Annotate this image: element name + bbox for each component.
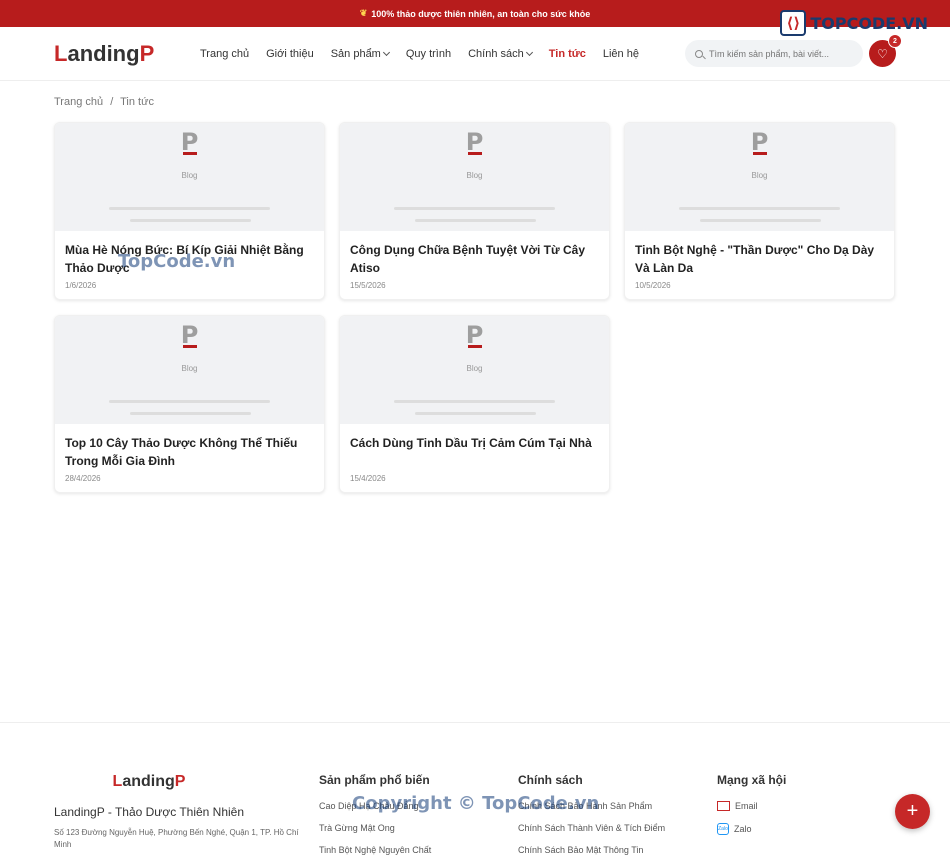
footer-logo[interactable]: LandingP xyxy=(54,773,244,791)
breadcrumb-home[interactable]: Trang chủ xyxy=(54,96,103,108)
nav-item-process[interactable]: Quy trình xyxy=(406,48,451,60)
announcement-bar: ❦ 100% thảo dược thiên nhiên, an toàn ch… xyxy=(0,0,950,36)
post-date: 28/4/2026 xyxy=(65,474,101,483)
post-title[interactable]: Mùa Hè Nóng Bức: Bí Kíp Giải Nhiệt Bằng … xyxy=(55,231,324,277)
breadcrumb-separator: / xyxy=(110,96,114,108)
search-input[interactable] xyxy=(709,48,839,59)
nav-item-contact[interactable]: Liên hệ xyxy=(603,48,639,60)
post-card[interactable]: P Blog Mùa Hè Nóng Bức: Bí Kíp Giải Nhiệ… xyxy=(54,122,325,300)
post-date: 15/5/2026 xyxy=(350,281,386,290)
footer-products-heading: Sản phẩm phổ biến xyxy=(319,773,430,787)
floating-action-button[interactable]: + xyxy=(895,794,930,829)
site-logo[interactable]: LandingP xyxy=(54,41,200,67)
placeholder-logo-icon: P xyxy=(465,321,484,349)
post-card[interactable]: P Blog Top 10 Cây Thảo Dược Không Thể Th… xyxy=(54,315,325,493)
heart-icon: ♡ xyxy=(877,46,888,61)
site-footer: LandingP LandingP - Thảo Dược Thiên Nhiê… xyxy=(0,722,950,855)
nav-item-about[interactable]: Giới thiệu xyxy=(266,48,314,60)
footer-product-link[interactable]: Trà Gừng Mật Ong xyxy=(319,823,518,833)
footer-brand-name: LandingP - Thảo Dược Thiên Nhiên xyxy=(54,805,245,819)
post-thumbnail: P Blog xyxy=(625,123,894,231)
wishlist-button[interactable]: ♡ 2 xyxy=(869,34,902,67)
footer-products: Sản phẩm phổ biến Cao Diệp Hạ Châu Đắng … xyxy=(319,773,518,855)
footer-social-email[interactable]: Email xyxy=(717,801,786,811)
footer-policy-link[interactable]: Chính Sách Bảo Hành Sản Phẩm xyxy=(518,801,717,811)
search-icon xyxy=(695,49,703,58)
topcode-watermark-logo: ⟨⟩ TOPCODE.VN xyxy=(780,10,928,36)
nav-item-products[interactable]: Sản phẩm xyxy=(331,48,390,60)
footer-address: Số 123 Đường Nguyễn Huệ, Phường Bến Nghé… xyxy=(54,828,299,849)
footer-social-heading: Mạng xã hội xyxy=(717,773,787,787)
post-title[interactable]: Cách Dùng Tinh Dầu Trị Cảm Cúm Tại Nhà xyxy=(340,424,609,470)
post-date: 10/5/2026 xyxy=(635,281,671,290)
footer-policies: Chính sách Chính Sách Bảo Hành Sản Phẩm … xyxy=(518,773,717,855)
gmail-icon xyxy=(717,801,730,811)
breadcrumb: Trang chủ / Tin tức xyxy=(0,81,950,122)
chevron-down-icon xyxy=(382,48,390,56)
nav-item-news[interactable]: Tin tức xyxy=(549,48,586,60)
post-thumbnail: P Blog xyxy=(340,316,609,424)
post-thumbnail: P Blog xyxy=(55,123,324,231)
post-thumbnail: P Blog xyxy=(340,123,609,231)
breadcrumb-current: Tin tức xyxy=(120,96,154,108)
post-card[interactable]: P Blog Công Dụng Chữa Bệnh Tuyệt Vời Từ … xyxy=(339,122,610,300)
post-date: 15/4/2026 xyxy=(350,474,386,483)
footer-brand: LandingP LandingP - Thảo Dược Thiên Nhiê… xyxy=(54,773,319,849)
placeholder-logo-icon: P xyxy=(750,128,769,156)
post-title[interactable]: Tinh Bột Nghệ - "Thần Dược" Cho Dạ Dày V… xyxy=(625,231,894,277)
topcode-logo-icon: ⟨⟩ xyxy=(780,10,807,36)
post-grid: P Blog Mùa Hè Nóng Bức: Bí Kíp Giải Nhiệ… xyxy=(0,122,950,493)
post-thumbnail: P Blog xyxy=(55,316,324,424)
placeholder-logo-icon: P xyxy=(180,321,199,349)
leaf-icon: ❦ xyxy=(359,8,368,18)
announcement-text: 100% thảo dược thiên nhiên, an toàn cho … xyxy=(371,8,591,19)
post-title[interactable]: Công Dụng Chữa Bệnh Tuyệt Vời Từ Cây Ati… xyxy=(340,231,609,277)
footer-product-link[interactable]: Cao Diệp Hạ Châu Đắng xyxy=(319,801,518,811)
footer-policy-link[interactable]: Chính Sách Thành Viên & Tích Điểm xyxy=(518,823,717,833)
zalo-icon: Zalo xyxy=(717,823,729,835)
search-box xyxy=(685,40,863,67)
main-nav: Trang chủ Giới thiệu Sản phẩm Quy trình … xyxy=(200,48,639,60)
placeholder-logo-icon: P xyxy=(180,128,199,156)
nav-item-policy[interactable]: Chính sách xyxy=(468,48,533,60)
post-date: 1/6/2026 xyxy=(65,281,97,290)
footer-policy-heading: Chính sách xyxy=(518,773,583,787)
plus-icon: + xyxy=(906,800,919,822)
footer-social-zalo[interactable]: Zalo Zalo xyxy=(717,823,786,835)
post-card[interactable]: P Blog Tinh Bột Nghệ - "Thần Dược" Cho D… xyxy=(624,122,895,300)
wishlist-count-badge: 2 xyxy=(888,34,902,48)
post-card[interactable]: P Blog Cách Dùng Tinh Dầu Trị Cảm Cúm Tạ… xyxy=(339,315,610,493)
post-title[interactable]: Top 10 Cây Thảo Dược Không Thể Thiếu Tro… xyxy=(55,424,324,470)
footer-social: Mạng xã hội Email Zalo Zalo xyxy=(717,773,786,847)
placeholder-logo-icon: P xyxy=(465,128,484,156)
nav-item-home[interactable]: Trang chủ xyxy=(200,48,249,60)
chevron-down-icon xyxy=(525,48,533,56)
